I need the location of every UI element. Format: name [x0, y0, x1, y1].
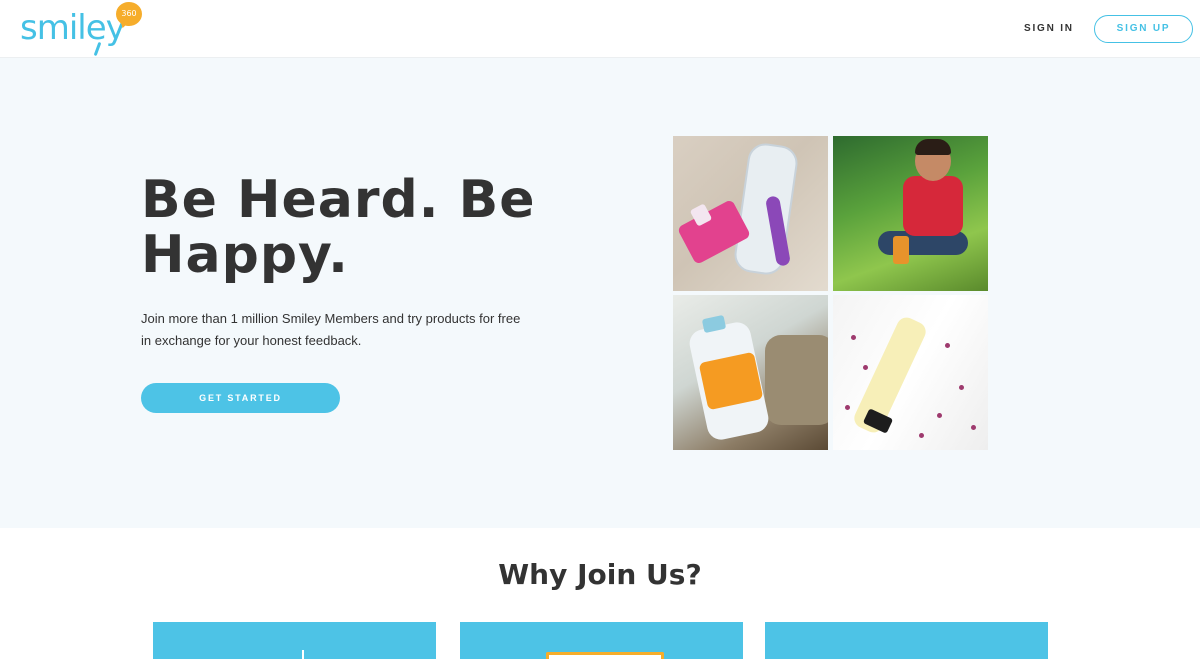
vitamin-bottle [893, 236, 909, 264]
hero-section: Be Heard. Be Happy. Join more than 1 mil… [0, 58, 1200, 528]
get-started-button[interactable]: GET STARTED [141, 383, 340, 413]
child-on-slide-photo [833, 136, 988, 291]
child-shirt [903, 176, 963, 236]
purity-cream-photo [833, 295, 988, 450]
confetti-dot [851, 335, 856, 340]
smiley360-logo[interactable]: smiley 360 [20, 2, 145, 58]
confetti-dot [971, 425, 976, 430]
hero-title-line-2: Happy. [141, 225, 349, 285]
laundry-detergent-photo [673, 295, 828, 450]
confetti-dot [959, 385, 964, 390]
sign-up-button[interactable]: SIGN UP [1094, 15, 1193, 43]
confetti-dot [863, 365, 868, 370]
benefit-card-1-icon [302, 650, 304, 659]
confetti-dot [945, 343, 950, 348]
why-join-title: Why Join Us? [498, 558, 702, 591]
hero-subtitle-line-2: in exchange for your honest feedback. [141, 333, 362, 348]
hero-title-line-1: Be Heard. Be [141, 170, 536, 230]
confetti-dot [919, 433, 924, 438]
child-hair [915, 139, 951, 155]
benefit-card-2 [460, 622, 743, 659]
logo-wordmark: smiley [20, 8, 126, 48]
benefit-card-2-icon [546, 652, 664, 659]
hero-subtitle: Join more than 1 million Smiley Members … [141, 308, 561, 352]
sign-in-link[interactable]: SIGN IN [1024, 23, 1074, 34]
hero-subtitle-line-1: Join more than 1 million Smiley Members … [141, 311, 521, 326]
benefit-card-1 [153, 622, 436, 659]
confetti-dot [845, 405, 850, 410]
why-join-section: Why Join Us? [0, 528, 1200, 659]
logo-badge-text: 360 [121, 9, 137, 18]
product-photo-grid [673, 136, 989, 450]
shaver-and-lotion-photo [673, 136, 828, 291]
hero-title: Be Heard. Be Happy. [141, 173, 561, 283]
benefit-card-3 [765, 622, 1048, 659]
site-header: smiley 360 SIGN IN SIGN UP [0, 0, 1200, 58]
laundry-basket-clothes [765, 335, 828, 425]
confetti-dot [937, 413, 942, 418]
